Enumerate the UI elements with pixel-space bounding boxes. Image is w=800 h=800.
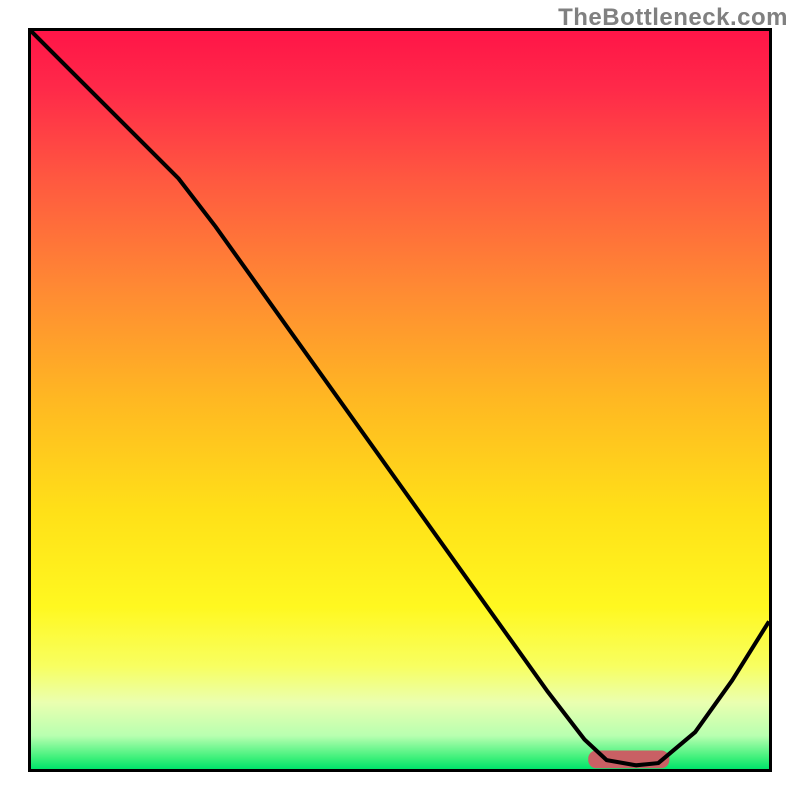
chart-frame: TheBottleneck.com [0, 0, 800, 800]
plot-area [28, 28, 772, 772]
bottleneck-curve [31, 31, 769, 765]
curve-layer [31, 31, 769, 769]
